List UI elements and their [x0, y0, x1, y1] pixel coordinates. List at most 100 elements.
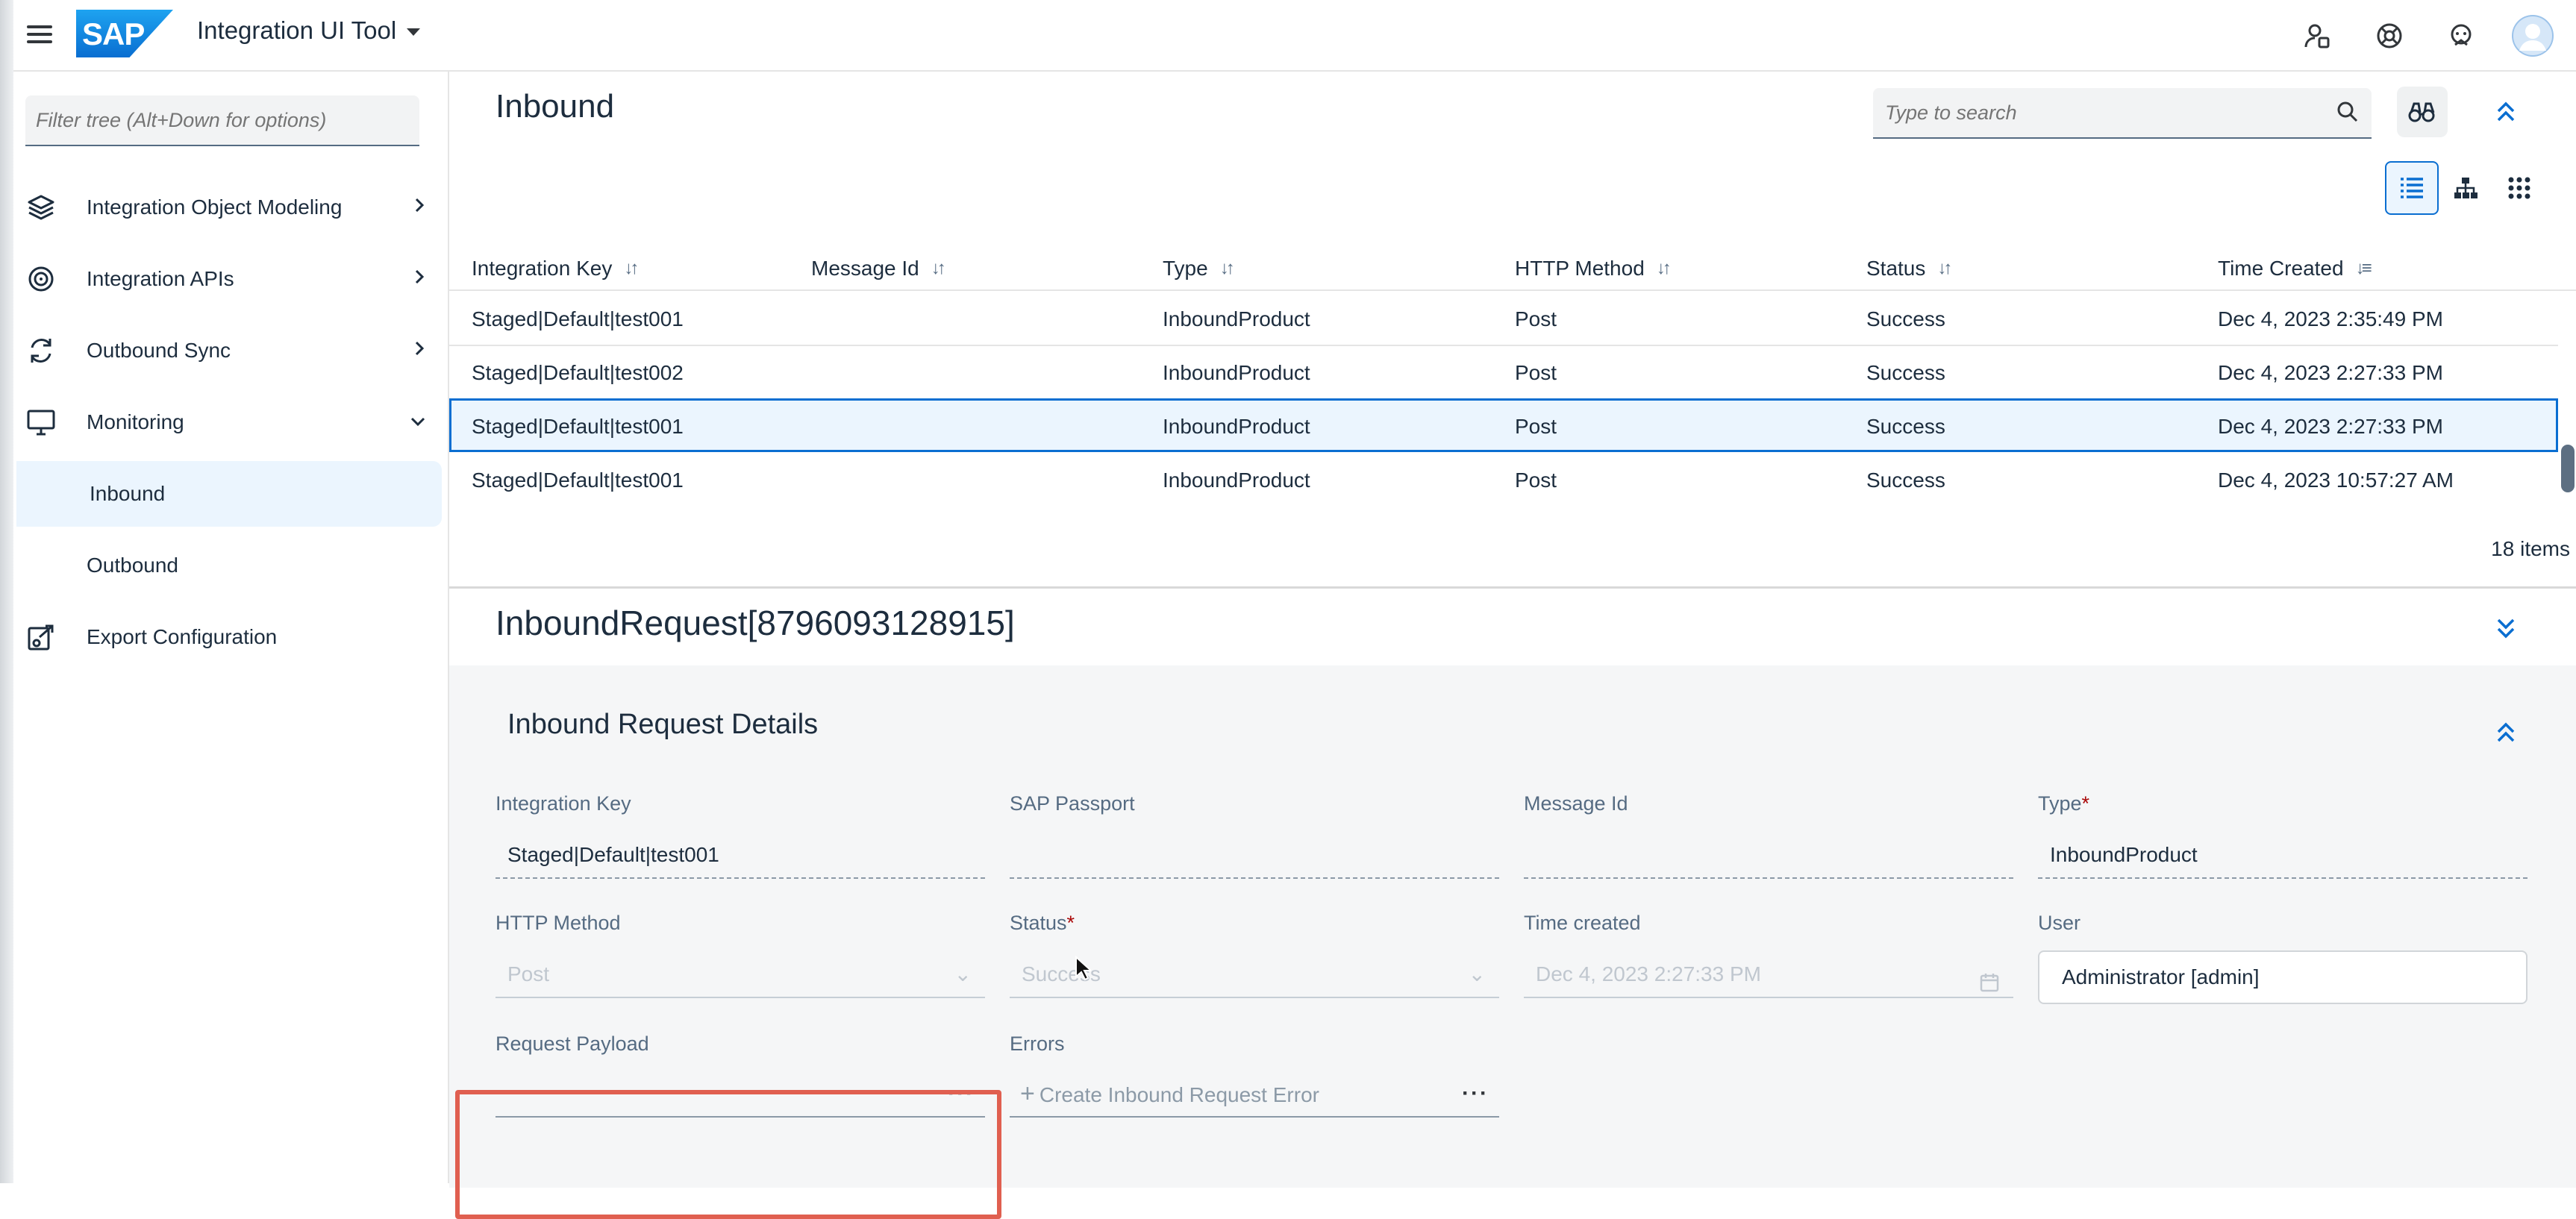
filter-tree-input[interactable] — [25, 95, 419, 145]
collapse-detail-button[interactable] — [2480, 603, 2531, 654]
cell-time-created: Dec 4, 2023 2:27:33 PM — [2218, 415, 2443, 438]
binoculars-icon — [2408, 102, 2435, 122]
sidebar-item-inbound[interactable]: Inbound — [16, 461, 442, 527]
user-field[interactable]: Administrator [admin] — [2038, 950, 2527, 1004]
table-scrollbar[interactable] — [2561, 445, 2575, 492]
cell-time-created: Dec 4, 2023 2:35:49 PM — [2218, 307, 2443, 330]
grid-view-button[interactable] — [2492, 161, 2546, 215]
sort-descending-icon: ↓≡ — [2355, 258, 2372, 278]
chevron-right-icon — [412, 267, 427, 291]
time-created-value: Dec 4, 2023 2:27:33 PM — [1536, 962, 1761, 985]
cell-type: InboundProduct — [1163, 469, 1310, 492]
cell-status: Success — [1866, 469, 1945, 492]
column-label: Status — [1866, 257, 1926, 280]
cell-http-method: Post — [1515, 361, 1557, 384]
monitor-icon — [24, 405, 58, 439]
cell-http-method: Post — [1515, 307, 1557, 330]
sidebar-item-label: Integration Object Modeling — [87, 195, 343, 219]
time-created-label: Time created — [1524, 912, 1641, 934]
cell-http-method: Post — [1515, 469, 1557, 492]
detail-section: Inbound Request Details Integration Key … — [449, 665, 2576, 1219]
cell-integration-key: Staged|Default|test002 — [472, 361, 684, 384]
caret-down-icon — [407, 28, 421, 37]
hierarchy-view-icon — [2454, 178, 2477, 198]
filter-tree-input-wrapper — [25, 95, 419, 146]
cell-status: Success — [1866, 307, 1945, 330]
cell-integration-key: Staged|Default|test001 — [472, 307, 684, 330]
column-header-http-method[interactable]: HTTP Method ↓↑ — [1515, 257, 1672, 281]
add-icon[interactable]: + — [1020, 1079, 1035, 1108]
user-label: User — [2038, 912, 2081, 934]
column-header-integration-key[interactable]: Integration Key ↓↑ — [472, 257, 639, 281]
search-field — [1873, 88, 2372, 139]
list-view-button[interactable] — [2385, 161, 2439, 215]
sidebar-item-export-configuration[interactable]: Export Configuration — [13, 604, 442, 670]
message-id-field[interactable] — [1524, 831, 2013, 879]
sync-icon — [24, 333, 58, 368]
view-mode-toggle — [2385, 161, 2546, 215]
chevron-right-icon — [412, 339, 427, 363]
search-icon[interactable] — [2336, 100, 2360, 128]
collapse-header-button[interactable] — [2480, 87, 2531, 137]
mouse-cursor-icon — [1075, 956, 1091, 981]
object-title: InboundRequest[8796093128915] — [495, 604, 1015, 642]
sap-logo[interactable]: SAP — [76, 10, 173, 57]
cell-integration-key: Staged|Default|test001 — [472, 469, 684, 492]
sort-icon: ↓↑ — [931, 258, 946, 278]
column-header-time-created[interactable]: Time Created ↓≡ — [2218, 257, 2372, 281]
create-error-link[interactable]: Create Inbound Request Error — [1040, 1083, 1319, 1106]
sap-passport-field[interactable] — [1010, 831, 1499, 879]
message-id-label: Message Id — [1524, 792, 1628, 815]
required-mark: * — [2081, 792, 2090, 815]
table-row-selected[interactable]: Staged|Default|test001 InboundProduct Po… — [449, 398, 2558, 452]
time-created-datepicker[interactable]: Dec 4, 2023 2:27:33 PM — [1524, 950, 2013, 998]
http-method-select[interactable]: Post ⌄ — [495, 950, 985, 998]
column-header-message-id[interactable]: Message Id ↓↑ — [811, 257, 946, 281]
cell-type: InboundProduct — [1163, 307, 1310, 330]
table-row[interactable]: Staged|Default|test001 InboundProduct Po… — [449, 291, 2558, 346]
column-header-status[interactable]: Status ↓↑ — [1866, 257, 1952, 281]
hierarchy-view-button[interactable] — [2439, 161, 2492, 215]
calendar-icon — [1979, 962, 2000, 1010]
column-header-type[interactable]: Type ↓↑ — [1163, 257, 1235, 281]
integration-key-field[interactable]: Staged|Default|test001 — [495, 831, 985, 879]
advanced-search-button[interactable] — [2397, 87, 2448, 137]
search-input[interactable] — [1873, 88, 2372, 137]
double-chevron-up-icon — [2497, 722, 2515, 742]
sidebar-item-monitoring[interactable]: Monitoring — [13, 389, 442, 455]
required-mark: * — [1066, 912, 1075, 934]
avatar[interactable] — [2512, 15, 2554, 57]
table-row[interactable]: Staged|Default|test001 InboundProduct Po… — [449, 452, 2558, 506]
table-row[interactable]: Staged|Default|test002 InboundProduct Po… — [449, 345, 2558, 400]
errors-field[interactable]: + Create Inbound Request Error ··· — [1010, 1070, 1499, 1118]
layers-icon — [24, 190, 58, 225]
column-label: Type — [1163, 257, 1208, 280]
api-icon — [24, 262, 58, 296]
chevron-right-icon — [412, 195, 427, 219]
cell-time-created: Dec 4, 2023 2:27:33 PM — [2218, 361, 2443, 384]
sidebar-item-integration-apis[interactable]: Integration APIs — [13, 246, 442, 312]
sidebar-item-integration-object-modeling[interactable]: Integration Object Modeling — [13, 175, 442, 240]
user-settings-icon[interactable] — [2297, 15, 2339, 57]
status-label: Status* — [1010, 912, 1075, 935]
sidebar-item-label: Outbound Sync — [87, 339, 231, 362]
section-title: Inbound Request Details — [507, 709, 819, 740]
app-title-menu[interactable]: Integration UI Tool — [197, 16, 421, 45]
collaboration-icon[interactable] — [2440, 15, 2482, 57]
status-label-text: Status — [1010, 912, 1067, 934]
chevron-down-icon — [409, 410, 427, 434]
sort-icon: ↓↑ — [1937, 258, 1952, 278]
help-icon[interactable] — [2369, 15, 2410, 57]
cell-integration-key: Staged|Default|test001 — [472, 415, 684, 438]
export-icon — [24, 620, 58, 654]
cell-http-method: Post — [1515, 415, 1557, 438]
type-label-text: Type — [2038, 792, 2082, 815]
sidebar-item-outbound-sync[interactable]: Outbound Sync — [13, 318, 442, 383]
chevron-down-icon: ⌄ — [1468, 962, 1486, 985]
collapse-section-button[interactable] — [2480, 707, 2531, 758]
type-field[interactable]: InboundProduct — [2038, 831, 2527, 879]
table-header: Integration Key ↓↑ Message Id ↓↑ Type ↓↑ HT… — [449, 240, 2576, 291]
menu-icon[interactable] — [27, 21, 52, 46]
sidebar-item-outbound[interactable]: Outbound — [13, 533, 442, 598]
more-options-icon[interactable]: ··· — [1462, 1070, 1489, 1118]
